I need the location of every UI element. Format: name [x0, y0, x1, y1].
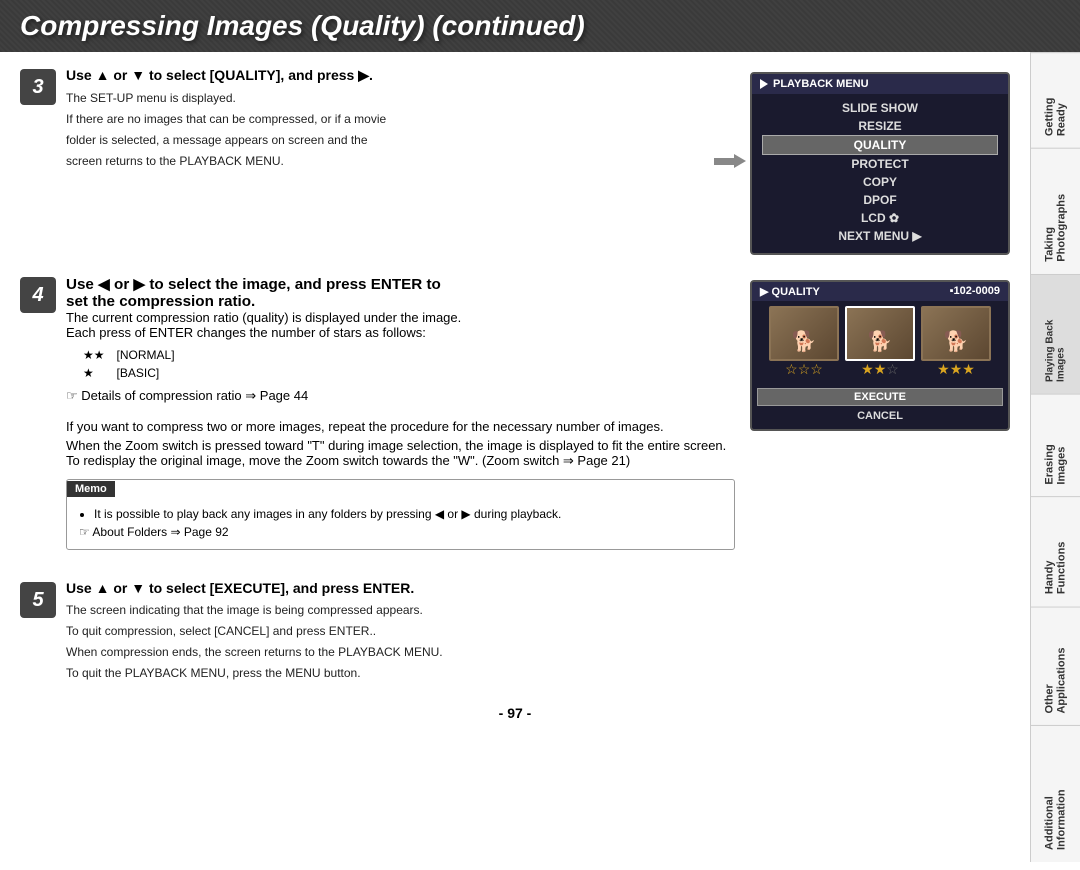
image-thumb-2: 🐕	[845, 306, 915, 361]
step4-content: Use ◀ or ▶ to select the image, and pres…	[66, 275, 735, 560]
image-thumb-3: 🐕	[921, 306, 991, 361]
step5-line4: To quit the PLAYBACK MENU, press the MEN…	[66, 664, 1010, 682]
quality-header-left: ▶ QUALITY	[760, 285, 820, 298]
content-area: 3 Use ▲ or ▼ to select [QUALITY], and pr…	[0, 52, 1030, 862]
step3-line2: If there are no images that can be compr…	[66, 110, 699, 128]
cancel-button-display: CANCEL	[857, 408, 903, 424]
stars-3: ★★★	[937, 361, 975, 378]
step5-line2: To quit compression, select [CANCEL] and…	[66, 622, 1010, 640]
memo-item2: ☞ About Folders ⇒ Page 92	[79, 523, 722, 541]
playback-menu-header: PLAYBACK MENU	[752, 74, 1008, 94]
step3-line4: screen returns to the PLAYBACK MENU.	[66, 152, 699, 170]
step5-icon: 5	[20, 582, 56, 618]
menu-slideshow: SLIDE SHOW	[762, 99, 998, 117]
menu-lcd: LCD ✿	[762, 209, 998, 227]
menu-resize: RESIZE	[762, 117, 998, 135]
step3-content: Use ▲ or ▼ to select [QUALITY], and pres…	[66, 67, 699, 173]
step4-line1: The current compression ratio (quality) …	[66, 310, 735, 325]
menu-quality: QUALITY	[762, 135, 998, 155]
star-normal-symbol: ★★	[78, 347, 110, 363]
step3-heading: Use ▲ or ▼ to select [QUALITY], and pres…	[66, 67, 699, 84]
sidebar: Getting Ready Taking Photographs Playing…	[1030, 52, 1080, 862]
step5-heading: Use ▲ or ▼ to select [EXECUTE], and pres…	[66, 580, 1010, 596]
step4-details-note: ☞ Details of compression ratio ⇒ Page 44	[66, 388, 735, 404]
sidebar-tab-getting-ready[interactable]: Getting Ready	[1031, 52, 1080, 148]
menu-protect: PROTECT	[762, 155, 998, 173]
sidebar-tab-playing-back[interactable]: Playing Back Images	[1031, 274, 1080, 394]
step4-extra2: When the Zoom switch is pressed toward "…	[66, 438, 735, 469]
image-row: 🐕 ☆☆☆ 🐕 ★★☆	[769, 306, 991, 380]
quality-body: 🐕 ☆☆☆ 🐕 ★★☆	[752, 301, 1008, 429]
playback-menu-ui: PLAYBACK MENU SLIDE SHOW RESIZE QUALITY …	[750, 72, 1010, 255]
menu-dpof: DPOF	[762, 191, 998, 209]
menu-next: NEXT MENU ▶	[762, 227, 998, 245]
page-number: - 97 -	[20, 705, 1010, 721]
step3-line1: The SET-UP menu is displayed.	[66, 89, 699, 107]
page-title: Compressing Images (Quality) (continued)	[20, 10, 1060, 42]
step3-icon: 3	[20, 69, 56, 105]
step5-section: 5 Use ▲ or ▼ to select [EXECUTE], and pr…	[20, 580, 1010, 685]
image-thumb-1: 🐕	[769, 306, 839, 361]
main-container: 3 Use ▲ or ▼ to select [QUALITY], and pr…	[0, 52, 1080, 862]
memo-item1: It is possible to play back any images i…	[94, 505, 722, 523]
step4-icon: 4	[20, 277, 56, 313]
execute-button-display: EXECUTE	[757, 388, 1003, 406]
stars-table: ★★ [NORMAL] ★ [BASIC]	[76, 345, 182, 383]
step5-content: Use ▲ or ▼ to select [EXECUTE], and pres…	[66, 580, 1010, 685]
quality-screen-header: ▶ QUALITY ▪102-0009	[752, 282, 1008, 301]
page-header: Compressing Images (Quality) (continued)	[0, 0, 1080, 52]
step4-heading: Use ◀ or ▶ to select the image, and pres…	[66, 275, 735, 310]
sidebar-tab-additional-info[interactable]: Additional Information	[1031, 725, 1080, 862]
step3-section: 3 Use ▲ or ▼ to select [QUALITY], and pr…	[20, 67, 1010, 255]
step4-section: 4 Use ◀ or ▶ to select the image, and pr…	[20, 275, 1010, 560]
step4-line2: Each press of ENTER changes the number o…	[66, 325, 735, 340]
step3-camera-ui: PLAYBACK MENU SLIDE SHOW RESIZE QUALITY …	[714, 67, 1010, 255]
playback-menu-body: SLIDE SHOW RESIZE QUALITY PROTECT COPY D…	[752, 94, 1008, 253]
step5-line3: When compression ends, the screen return…	[66, 643, 1010, 661]
step3-line3: folder is selected, a message appears on…	[66, 131, 699, 149]
star-basic-label: [BASIC]	[112, 365, 180, 381]
star-normal-label: [NORMAL]	[112, 347, 180, 363]
star-basic-symbol: ★	[78, 365, 110, 381]
sidebar-tab-other-apps[interactable]: Other Applications	[1031, 607, 1080, 726]
quality-screen-ui: ▶ QUALITY ▪102-0009 🐕 ☆☆☆	[750, 280, 1010, 431]
memo-label: Memo	[67, 481, 115, 497]
stars-1: ☆☆☆	[785, 361, 823, 378]
sidebar-tab-erasing[interactable]: Erasing Images	[1031, 394, 1080, 497]
memo-box: Memo It is possible to play back any ima…	[66, 479, 735, 550]
stars-2: ★★☆	[861, 361, 899, 378]
step5-line1: The screen indicating that the image is …	[66, 601, 1010, 619]
step4-extra1: If you want to compress two or more imag…	[66, 419, 735, 434]
quality-header-right: ▪102-0009	[950, 285, 1000, 298]
menu-copy: COPY	[762, 173, 998, 191]
memo-content: It is possible to play back any images i…	[67, 497, 734, 549]
sidebar-tab-taking-photos[interactable]: Taking Photographs	[1031, 148, 1080, 274]
sidebar-tab-handy-functions[interactable]: Handy Functions	[1031, 496, 1080, 606]
